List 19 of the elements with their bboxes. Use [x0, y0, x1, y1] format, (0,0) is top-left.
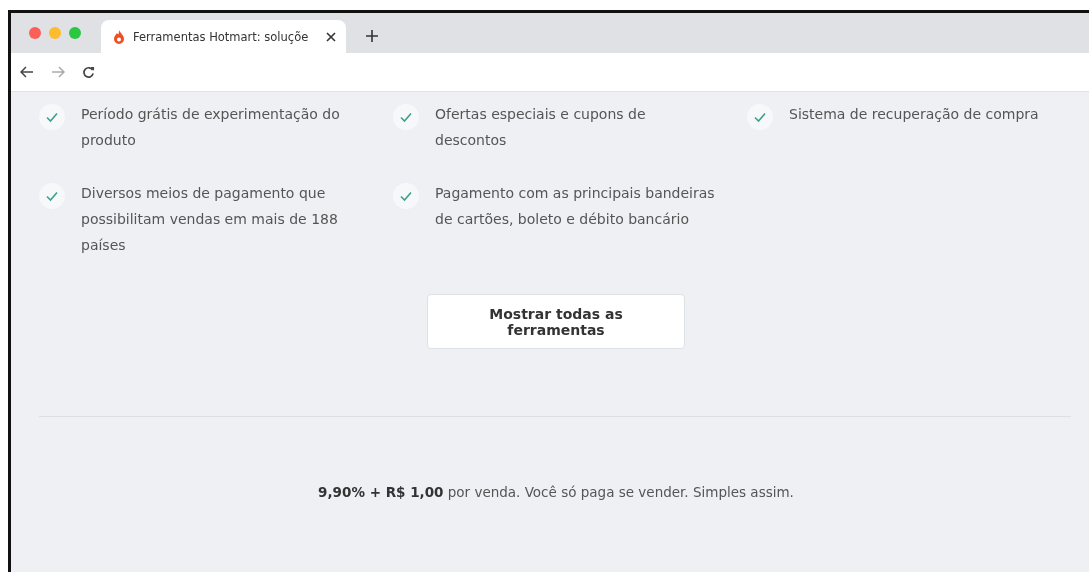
check-icon — [747, 104, 773, 130]
pricing-text: 9,90% + R$ 1,00 por venda. Você só paga se vender. Simples assim. — [317, 484, 795, 500]
check-icon — [39, 183, 65, 209]
feature-text: Pagamento com as principais bandeiras de cartões, boleto e débito bancário — [435, 184, 715, 229]
flame-icon — [113, 29, 125, 44]
new-tab-icon[interactable] — [366, 30, 378, 42]
close-icon[interactable] — [326, 31, 336, 42]
back-arrow-icon[interactable] — [20, 66, 34, 78]
show-all-tools-button[interactable]: Mostrar todas as ferramentas — [427, 294, 685, 349]
feature-text: Período grátis de experimentação do produto — [81, 105, 341, 150]
browser-tab[interactable]: Ferramentas Hotmart: soluçõe — [101, 20, 346, 53]
check-icon — [393, 183, 419, 209]
feature-text: Sistema de recuperação de compra — [789, 105, 1040, 124]
check-icon — [39, 104, 65, 130]
feature-text: Ofertas especiais e cupons de descontos — [435, 105, 647, 150]
feature-text: Diversos meios de pagamento que possibilitam vendas em mais de 188 países — [81, 184, 339, 255]
check-icon — [393, 104, 419, 130]
tab-title: Ferramentas Hotmart: soluçõe — [133, 29, 310, 44]
reload-icon[interactable] — [82, 65, 95, 79]
